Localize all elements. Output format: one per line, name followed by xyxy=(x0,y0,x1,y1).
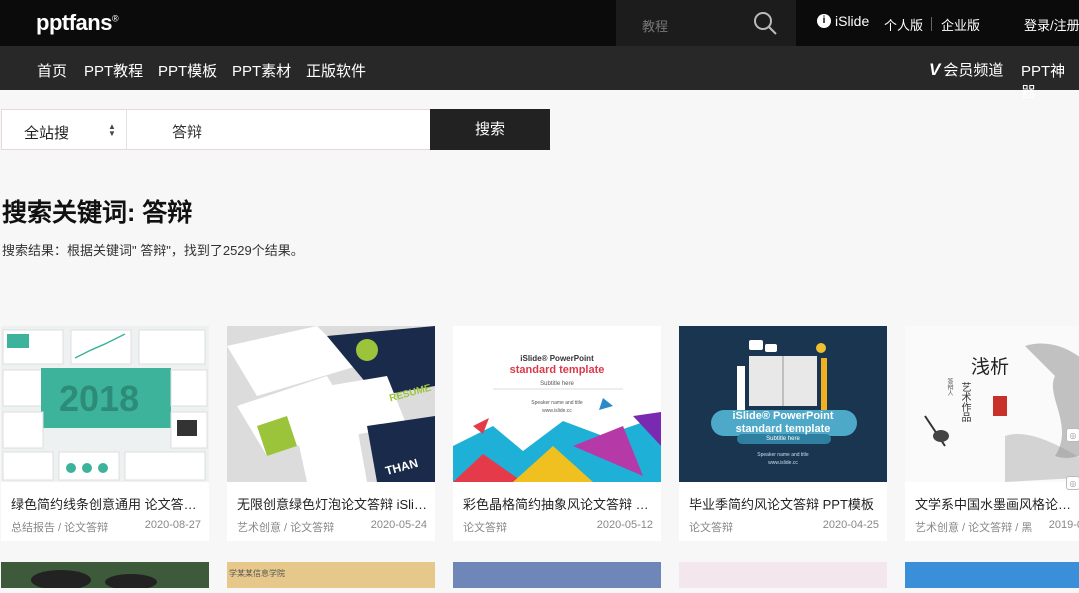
vip-channel-link[interactable]: V 会员频道 xyxy=(929,59,1003,80)
thumbnail-text: 学某某信息学院 xyxy=(229,569,285,578)
card-date: 2019-0 xyxy=(1048,519,1079,531)
card-title[interactable]: 毕业季简约风论文答辩 PPT模板 xyxy=(689,494,879,513)
thumbnail-title: 浅析 xyxy=(971,357,1010,378)
select-arrows-icon: ▲ ▼ xyxy=(108,122,116,138)
islide-icon: i xyxy=(817,14,831,28)
nav-item-templates[interactable]: PPT模板 xyxy=(158,60,217,81)
thumbnail-title: standard template xyxy=(735,423,831,435)
template-card[interactable]: iSlide® PowerPoint standard template Sub… xyxy=(453,326,661,541)
card-category[interactable]: 艺术创意 / 论文答辩 / 黑 xyxy=(915,519,1032,535)
search-scope-select[interactable]: 全站搜 ▲ ▼ xyxy=(2,110,127,149)
search-input[interactable]: 答辩 xyxy=(172,121,202,142)
template-card[interactable]: 2018 绿色简约线条创意通用 论文答辩PPT模板 总结报告 / 论文答辩 20… xyxy=(1,326,209,541)
main-nav: 首页 PPT教程 PPT模板 PPT素材 正版软件 V 会员频道 PPT神器 xyxy=(0,46,1079,101)
personal-edition-link[interactable]: 个人版 xyxy=(884,15,923,34)
thumbnail-site: www.islide.cc xyxy=(542,408,572,414)
template-card[interactable]: 浅析 艺术作品 答辩人 文学系中国水墨画风格论文答辩 PPT模板 艺术创意 / … xyxy=(905,326,1079,541)
card-title[interactable]: 彩色晶格简约抽象风论文答辩 PPT模板 xyxy=(463,494,653,513)
template-thumbnail[interactable] xyxy=(905,326,1079,482)
template-card[interactable]: iSlide® PowerPoint standard template Sub… xyxy=(679,326,887,541)
card-title[interactable]: 文学系中国水墨画风格论文答辩 PPT模板 xyxy=(915,494,1079,513)
header-search[interactable]: 教程 xyxy=(616,0,796,46)
search-form: 全站搜 ▲ ▼ 答辩 搜索 xyxy=(1,109,550,150)
nav-item-home[interactable]: 首页 xyxy=(37,60,67,81)
nav-item-tutorials[interactable]: PPT教程 xyxy=(84,60,143,81)
card-title[interactable]: 绿色简约线条创意通用 论文答辩PPT模板 xyxy=(11,494,201,513)
tool-icon[interactable]: ◎ xyxy=(1066,476,1079,490)
thumbnail-subtitle: Subtitle here xyxy=(766,436,800,442)
nav-item-materials[interactable]: PPT素材 xyxy=(232,60,291,81)
nav-item-ppt-tool[interactable]: PPT神器 xyxy=(1021,60,1079,102)
card-category[interactable]: 艺术创意 / 论文答辩 xyxy=(237,519,334,535)
template-card[interactable]: RESUME THAN 无限创意绿色灯泡论文答辩 iSlide PPT模板 艺术… xyxy=(227,326,435,541)
thumbnail-site: www.islide.cc xyxy=(768,460,798,466)
thumbnail-text: 2018 xyxy=(59,378,140,419)
top-bar: pptfans® 教程 i iSlide 个人版 企业版 登录/注册 xyxy=(0,0,1079,46)
search-button[interactable]: 搜索 xyxy=(430,109,550,150)
card-category[interactable]: 总结报告 / 论文答辩 xyxy=(11,519,108,535)
template-card[interactable] xyxy=(1,562,209,590)
vip-icon: V xyxy=(929,59,941,79)
card-date: 2020-05-12 xyxy=(596,519,653,531)
results-summary: 搜索结果：根据关键词" 答辩"，找到了2529个结果。 xyxy=(2,243,304,258)
search-icon[interactable] xyxy=(752,10,778,36)
thumbnail-extra: 答辩人 xyxy=(946,378,952,396)
chat-icon[interactable]: ◎ xyxy=(1066,428,1079,442)
card-category[interactable]: 论文答辩 xyxy=(463,519,507,535)
card-date: 2020-04-25 xyxy=(822,519,879,531)
template-thumbnail[interactable] xyxy=(679,326,887,482)
thumbnail-speaker: Speaker name and title xyxy=(757,452,809,458)
card-category[interactable]: 论文答辩 xyxy=(689,519,733,535)
card-title[interactable]: 无限创意绿色灯泡论文答辩 iSlide PPT模板 xyxy=(237,494,427,513)
islide-brand[interactable]: i iSlide xyxy=(817,13,869,29)
card-date: 2020-08-27 xyxy=(144,519,201,531)
site-logo[interactable]: pptfans® xyxy=(36,10,119,36)
template-card[interactable] xyxy=(905,562,1079,588)
thumbnail-speaker: Speaker name and title xyxy=(531,400,583,406)
login-register-link[interactable]: 登录/注册 xyxy=(1024,15,1079,34)
enterprise-edition-link[interactable]: 企业版 xyxy=(941,15,980,34)
template-thumbnail xyxy=(31,570,157,590)
thumbnail-subtitle: 艺术作品 xyxy=(959,382,970,422)
divider xyxy=(931,17,932,31)
thumbnail-brand: iSlide® PowerPoint xyxy=(732,410,834,422)
nav-item-software[interactable]: 正版软件 xyxy=(306,60,366,81)
header-search-input[interactable]: 教程 xyxy=(642,16,668,35)
thumbnail-subtitle: Subtitle here xyxy=(540,381,574,387)
thumbnail-brand: iSlide® PowerPoint xyxy=(520,354,594,363)
page-title: 搜索关键词: 答辩 xyxy=(2,199,193,227)
card-date: 2020-05-24 xyxy=(370,519,427,531)
template-card[interactable] xyxy=(679,562,887,588)
thumbnail-title: standard template xyxy=(509,364,605,376)
template-card[interactable] xyxy=(453,562,661,588)
template-card[interactable]: 学某某信息学院 xyxy=(227,562,435,588)
